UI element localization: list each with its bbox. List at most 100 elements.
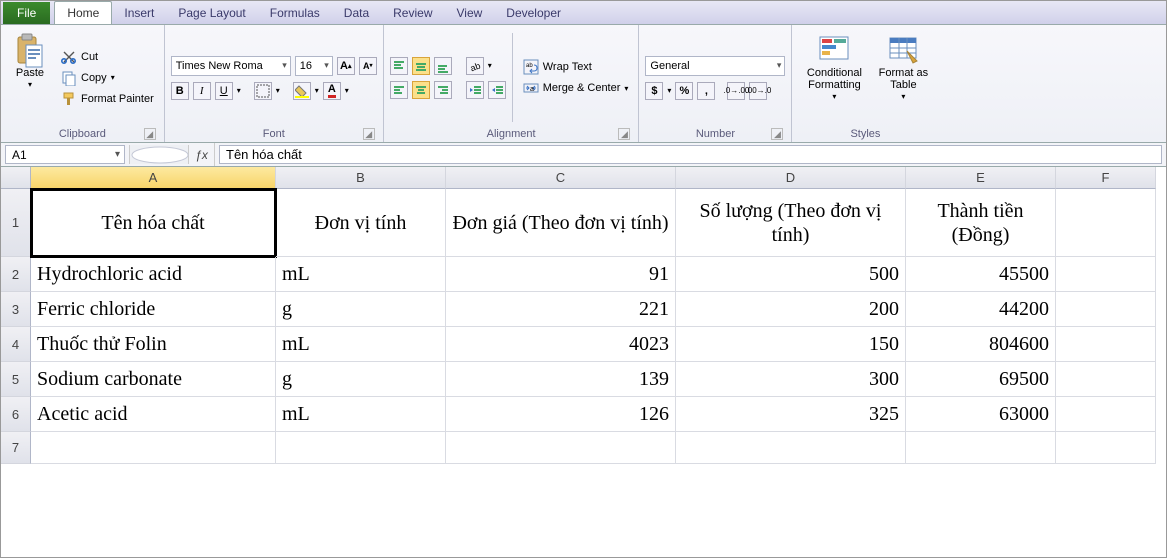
- column-header-A[interactable]: A: [31, 167, 276, 189]
- cell-A2[interactable]: Hydrochloric acid: [31, 257, 276, 292]
- row-header-6[interactable]: 6: [1, 397, 31, 432]
- tab-page-layout[interactable]: Page Layout: [166, 2, 257, 24]
- conditional-formatting-button[interactable]: Conditional Formatting▾: [798, 29, 870, 126]
- formula-input[interactable]: Tên hóa chất: [219, 145, 1162, 164]
- column-header-F[interactable]: F: [1056, 167, 1156, 189]
- copy-dropdown-icon[interactable]: ▾: [111, 73, 115, 82]
- font-color-button[interactable]: A: [323, 82, 341, 100]
- orientation-dropdown-icon[interactable]: ▾: [488, 61, 492, 70]
- row-header-5[interactable]: 5: [1, 362, 31, 397]
- bold-button[interactable]: B: [171, 82, 189, 100]
- increase-indent-button[interactable]: [488, 81, 506, 99]
- cell-C5[interactable]: 139: [446, 362, 676, 397]
- cell-E1[interactable]: Thành tiền (Đồng): [906, 189, 1056, 257]
- cell-A5[interactable]: Sodium carbonate: [31, 362, 276, 397]
- decrease-indent-button[interactable]: [466, 81, 484, 99]
- format-as-table-button[interactable]: Format as Table▾: [874, 29, 932, 126]
- cell-B7[interactable]: [276, 432, 446, 464]
- cell-F3[interactable]: [1056, 292, 1156, 327]
- cell-B6[interactable]: mL: [276, 397, 446, 432]
- cell-A3[interactable]: Ferric chloride: [31, 292, 276, 327]
- cell-A1[interactable]: Tên hóa chất: [31, 189, 276, 257]
- percent-button[interactable]: %: [675, 82, 693, 100]
- cell-D2[interactable]: 500: [676, 257, 906, 292]
- copy-button[interactable]: Copy ▾: [57, 69, 158, 87]
- cell-F5[interactable]: [1056, 362, 1156, 397]
- cell-D3[interactable]: 200: [676, 292, 906, 327]
- format-painter-button[interactable]: Format Painter: [57, 90, 158, 108]
- column-header-D[interactable]: D: [676, 167, 906, 189]
- cell-F1[interactable]: [1056, 189, 1156, 257]
- cell-F4[interactable]: [1056, 327, 1156, 362]
- fx-button[interactable]: ƒx: [189, 143, 215, 166]
- grow-font-button[interactable]: A▴: [337, 57, 355, 75]
- row-header-1[interactable]: 1: [1, 189, 31, 257]
- font-name-select[interactable]: Times New Roma: [171, 56, 291, 76]
- fill-color-button[interactable]: [293, 82, 311, 100]
- accounting-dropdown-icon[interactable]: ▾: [667, 86, 671, 95]
- tab-home[interactable]: Home: [54, 1, 112, 24]
- tab-data[interactable]: Data: [332, 2, 381, 24]
- tab-file[interactable]: File: [3, 2, 50, 24]
- align-top-button[interactable]: [390, 57, 408, 75]
- column-header-B[interactable]: B: [276, 167, 446, 189]
- cell-C3[interactable]: 221: [446, 292, 676, 327]
- row-header-7[interactable]: 7: [1, 432, 31, 464]
- cell-C1[interactable]: Đơn giá (Theo đơn vị tính): [446, 189, 676, 257]
- decrease-decimal-button[interactable]: .00→.0: [749, 82, 767, 100]
- align-center-button[interactable]: [412, 81, 430, 99]
- alignment-dialog-launcher[interactable]: ◢: [618, 128, 630, 140]
- cell-F2[interactable]: [1056, 257, 1156, 292]
- borders-button[interactable]: [254, 82, 272, 100]
- tab-view[interactable]: View: [445, 2, 495, 24]
- underline-button[interactable]: U: [215, 82, 233, 100]
- align-left-button[interactable]: [390, 81, 408, 99]
- number-dialog-launcher[interactable]: ◢: [771, 128, 783, 140]
- orientation-button[interactable]: ab: [466, 57, 484, 75]
- cell-D7[interactable]: [676, 432, 906, 464]
- cell-E3[interactable]: 44200: [906, 292, 1056, 327]
- cell-A6[interactable]: Acetic acid: [31, 397, 276, 432]
- row-header-3[interactable]: 3: [1, 292, 31, 327]
- select-all-corner[interactable]: [1, 167, 31, 189]
- tab-formulas[interactable]: Formulas: [258, 2, 332, 24]
- row-header-2[interactable]: 2: [1, 257, 31, 292]
- tab-insert[interactable]: Insert: [112, 2, 166, 24]
- cell-A4[interactable]: Thuốc thử Folin: [31, 327, 276, 362]
- cut-button[interactable]: Cut: [57, 48, 158, 66]
- paste-dropdown-icon[interactable]: ▾: [28, 81, 32, 90]
- italic-button[interactable]: I: [193, 82, 211, 100]
- borders-dropdown-icon[interactable]: ▾: [276, 86, 280, 95]
- row-header-4[interactable]: 4: [1, 327, 31, 362]
- increase-decimal-button[interactable]: .0→.00: [727, 82, 745, 100]
- cell-B4[interactable]: mL: [276, 327, 446, 362]
- align-bottom-button[interactable]: [434, 57, 452, 75]
- underline-dropdown-icon[interactable]: ▾: [237, 86, 241, 95]
- cell-E2[interactable]: 45500: [906, 257, 1056, 292]
- cell-D4[interactable]: 150: [676, 327, 906, 362]
- cell-C6[interactable]: 126: [446, 397, 676, 432]
- cell-E7[interactable]: [906, 432, 1056, 464]
- cell-E6[interactable]: 63000: [906, 397, 1056, 432]
- fill-color-dropdown-icon[interactable]: ▾: [315, 86, 319, 95]
- cell-C2[interactable]: 91: [446, 257, 676, 292]
- comma-button[interactable]: ,: [697, 82, 715, 100]
- cell-E4[interactable]: 804600: [906, 327, 1056, 362]
- cell-F7[interactable]: [1056, 432, 1156, 464]
- cell-C7[interactable]: [446, 432, 676, 464]
- cell-B2[interactable]: mL: [276, 257, 446, 292]
- clipboard-dialog-launcher[interactable]: ◢: [144, 128, 156, 140]
- accounting-format-button[interactable]: $: [645, 82, 663, 100]
- cell-D1[interactable]: Số lượng (Theo đơn vị tính): [676, 189, 906, 257]
- column-header-C[interactable]: C: [446, 167, 676, 189]
- tab-developer[interactable]: Developer: [494, 2, 573, 24]
- font-color-dropdown-icon[interactable]: ▾: [345, 86, 349, 95]
- align-right-button[interactable]: [434, 81, 452, 99]
- align-middle-button[interactable]: [412, 57, 430, 75]
- merge-dropdown-icon[interactable]: ▾: [624, 84, 628, 93]
- merge-center-button[interactable]: a Merge & Center ▾: [519, 79, 633, 97]
- font-dialog-launcher[interactable]: ◢: [363, 128, 375, 140]
- cell-C4[interactable]: 4023: [446, 327, 676, 362]
- shrink-font-button[interactable]: A▾: [359, 57, 377, 75]
- cell-A7[interactable]: [31, 432, 276, 464]
